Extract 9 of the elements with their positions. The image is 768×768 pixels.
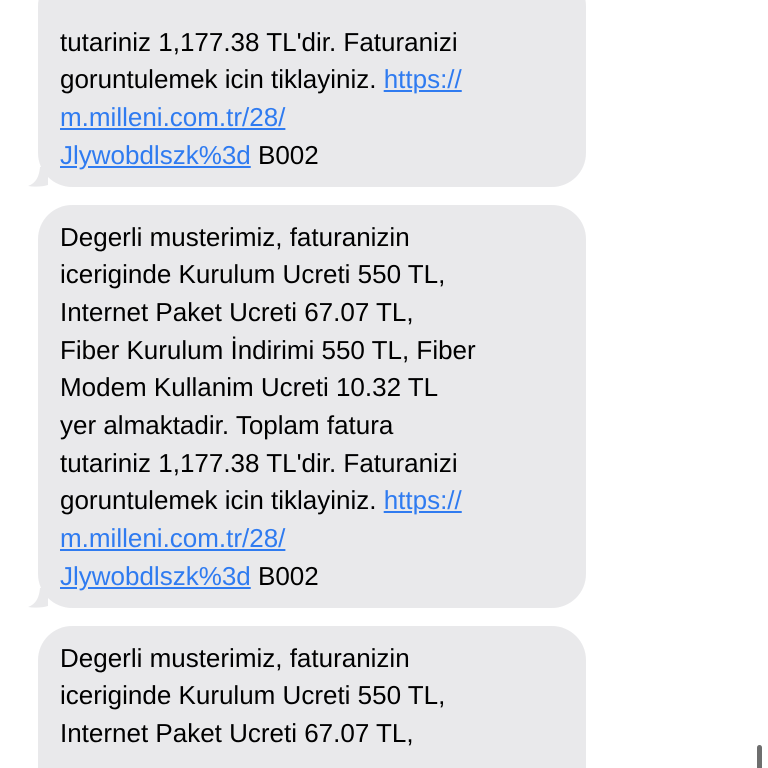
message-link[interactable]: Jlywobdlszk%3d — [60, 140, 251, 170]
message-link[interactable]: https:// — [384, 485, 462, 516]
message-link[interactable]: m.milleni.com.tr/28/ — [60, 102, 286, 132]
message-text: tutariniz 1,177.38 TL'dir. Faturanizi goruntulemek icin tiklayiniz. https:// m.milleni.com.tr/28/ Jlywobdlszk%3d B002 — [60, 26, 463, 172]
message-link[interactable]: https:// — [384, 64, 462, 94]
message-text: Degerli musterimiz, faturanizin iceriginde Kurulum Ucreti 550 TL, Internet Paket Ucreti 67.07 TL, — [60, 642, 446, 750]
message-text: Degerli musterimiz, faturanizin iceriginde Kurulum Ucreti 550 TL, Internet Paket Ucreti 67.07 TL, Fiber Kurulum İndirimi 550 TL, Fiber Modem Kullanim Ucreti 10.32 TL yer almaktadir. Toplam fatura tutariniz 1,177.38 TL'dir. Faturanizi goruntulemek icin tiklayiniz. https:// m.milleni.com.tr/28/ Jlywobdlszk%3d B002 — [60, 220, 477, 593]
message-link[interactable]: Jlywobdlszk%3d — [60, 560, 251, 591]
message-link[interactable]: m.milleni.com.tr/28/ — [60, 523, 286, 554]
